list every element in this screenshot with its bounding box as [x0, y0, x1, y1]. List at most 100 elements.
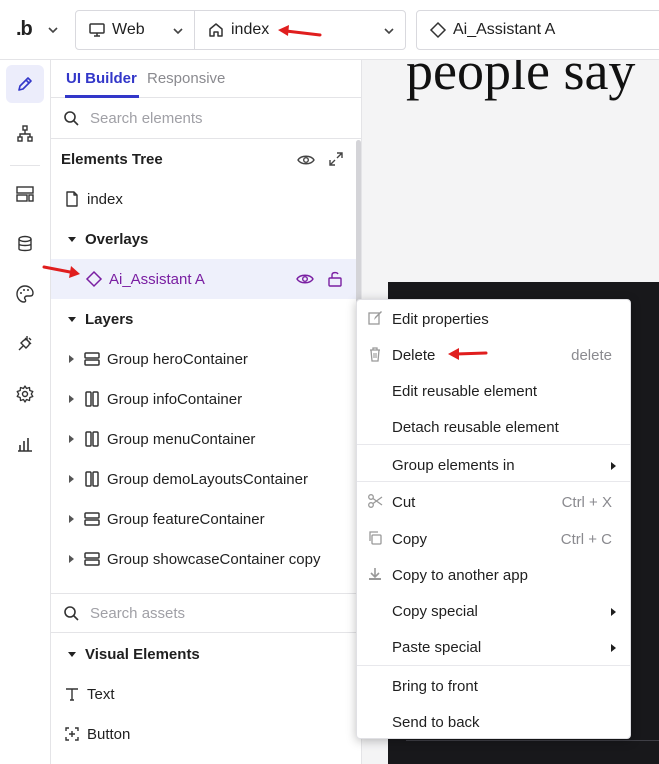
tree-layer-row[interactable]: Group showcaseContainer copy [51, 539, 356, 579]
element-selector[interactable]: Ai_Assistant A [416, 10, 659, 50]
caret-right-icon[interactable] [67, 474, 75, 484]
tab-ui-builder[interactable]: UI Builder [66, 70, 137, 87]
rail-styles-button[interactable] [6, 275, 44, 313]
bar-chart-icon [18, 438, 32, 452]
menu-item-delete[interactable]: Delete delete [357, 337, 630, 373]
menu-item-label: Send to back [392, 713, 480, 731]
download-icon [369, 568, 381, 580]
menu-shortcut: Ctrl + X [561, 493, 612, 511]
caret-right-icon[interactable] [67, 514, 75, 524]
annotation-arrow-icon [42, 265, 80, 278]
submenu-arrow-icon [611, 644, 616, 652]
tree-overlay-row[interactable]: Ai_Assistant A [51, 259, 356, 299]
rail-layout-button[interactable] [6, 175, 44, 213]
menu-item-send-to-back[interactable]: Send to back [357, 704, 630, 740]
menu-divider [357, 665, 630, 666]
menu-shortcut: Ctrl + C [560, 530, 612, 548]
tree-layers-section[interactable]: Layers [51, 299, 356, 339]
tree-page-label: index [87, 190, 123, 208]
caret-right-icon[interactable] [67, 434, 75, 444]
caret-right-icon[interactable] [67, 394, 75, 404]
columns-icon [85, 471, 99, 487]
menu-item-label: Delete [392, 346, 436, 364]
tree-layer-row[interactable]: Group menuContainer [51, 419, 356, 459]
menu-item-edit-properties[interactable]: Edit properties [357, 301, 630, 337]
tree-layer-row[interactable]: Group heroContainer [51, 339, 356, 379]
eye-icon[interactable] [296, 270, 314, 288]
trash-icon [370, 347, 380, 362]
visual-element-button[interactable]: Button [51, 714, 356, 754]
diamond-icon [85, 270, 103, 288]
rail-logs-button[interactable] [6, 425, 44, 463]
caret-right-icon[interactable] [67, 354, 75, 364]
menu-item-edit-reusable-element[interactable]: Edit reusable element [357, 373, 630, 409]
tree-layer-label: Group demoLayoutsContainer [107, 470, 308, 488]
menu-item-label: Detach reusable element [392, 418, 559, 436]
menu-item-label: Bring to front [392, 677, 478, 695]
rows-icon [84, 552, 100, 566]
expand-icon[interactable] [328, 151, 344, 167]
visual-elements-section[interactable]: Visual Elements [51, 634, 356, 674]
columns-icon [85, 391, 99, 407]
top-bar: .b Web index Ai_Assistant A [0, 0, 659, 60]
tab-responsive[interactable]: Responsive [147, 70, 225, 87]
menu-item-detach-reusable-element[interactable]: Detach reusable element [357, 409, 630, 445]
eye-icon[interactable] [297, 151, 315, 169]
menu-item-group-elements-in[interactable]: Group elements in [357, 447, 630, 483]
menu-item-cut[interactable]: Cut Ctrl + X [357, 484, 630, 520]
home-icon [209, 23, 223, 37]
scissors-icon [368, 494, 383, 508]
search-assets-input[interactable] [90, 604, 330, 622]
gear-icon [16, 385, 34, 403]
diamond-icon [429, 21, 447, 39]
edit-icon [368, 311, 382, 325]
rail-data-button[interactable] [6, 225, 44, 263]
menu-item-paste-special[interactable]: Paste special [357, 629, 630, 665]
rail-design-button[interactable] [6, 65, 44, 103]
annotation-arrow-icon [278, 25, 322, 37]
search-elements-input[interactable] [90, 110, 330, 127]
menu-item-label: Copy [392, 530, 428, 548]
pencil-icon [18, 77, 32, 91]
tree-layer-label: Group infoContainer [107, 390, 243, 408]
tree-layer-label: Group showcaseContainer copy [107, 550, 321, 568]
rail-workflow-button[interactable] [6, 115, 44, 153]
tree-layer-row[interactable]: Group infoContainer [51, 379, 356, 419]
menu-item-label: Cut [392, 493, 416, 511]
tree-overlays-section[interactable]: Overlays [51, 219, 356, 259]
menu-item-label: Paste special [392, 638, 482, 656]
chevron-down-icon[interactable] [46, 23, 60, 37]
rail-divider [10, 165, 40, 166]
button-icon [65, 727, 79, 741]
caret-right-icon[interactable] [67, 554, 75, 564]
plug-icon [18, 336, 32, 351]
rail-plugins-button[interactable] [6, 325, 44, 363]
active-tab-indicator [65, 95, 139, 98]
search-icon [64, 605, 79, 621]
overlays-label: Overlays [85, 230, 149, 248]
menu-item-copy-special[interactable]: Copy special [357, 593, 630, 629]
element-search [51, 99, 361, 139]
tree-layer-row[interactable]: Group featureContainer [51, 499, 356, 539]
tree-layer-label: Group heroContainer [107, 350, 248, 368]
app-logo[interactable]: .b [16, 18, 33, 41]
menu-item-label: Copy to another app [392, 566, 528, 584]
page-label: index [231, 21, 270, 38]
canvas-divider [406, 740, 659, 741]
menu-item-bring-to-front[interactable]: Bring to front [357, 668, 630, 704]
tree-layer-label: Group featureContainer [107, 510, 265, 528]
workflow-icon [17, 125, 33, 142]
visual-element-text[interactable]: Text [51, 674, 356, 714]
menu-item-copy[interactable]: Copy Ctrl + C [357, 521, 630, 557]
unlock-icon[interactable] [326, 270, 344, 288]
platform-selector[interactable]: Web [75, 10, 195, 50]
palette-icon [16, 285, 34, 303]
tree-page-row[interactable]: index [51, 179, 356, 219]
chevron-down-icon [384, 28, 394, 35]
canvas-heading-text[interactable]: people say [406, 60, 635, 102]
rail-settings-button[interactable] [6, 375, 44, 413]
menu-item-copy-to-another-app[interactable]: Copy to another app [357, 557, 630, 593]
page-icon [66, 191, 78, 207]
visual-element-label: Button [87, 725, 131, 743]
tree-layer-row[interactable]: Group demoLayoutsContainer [51, 459, 356, 499]
